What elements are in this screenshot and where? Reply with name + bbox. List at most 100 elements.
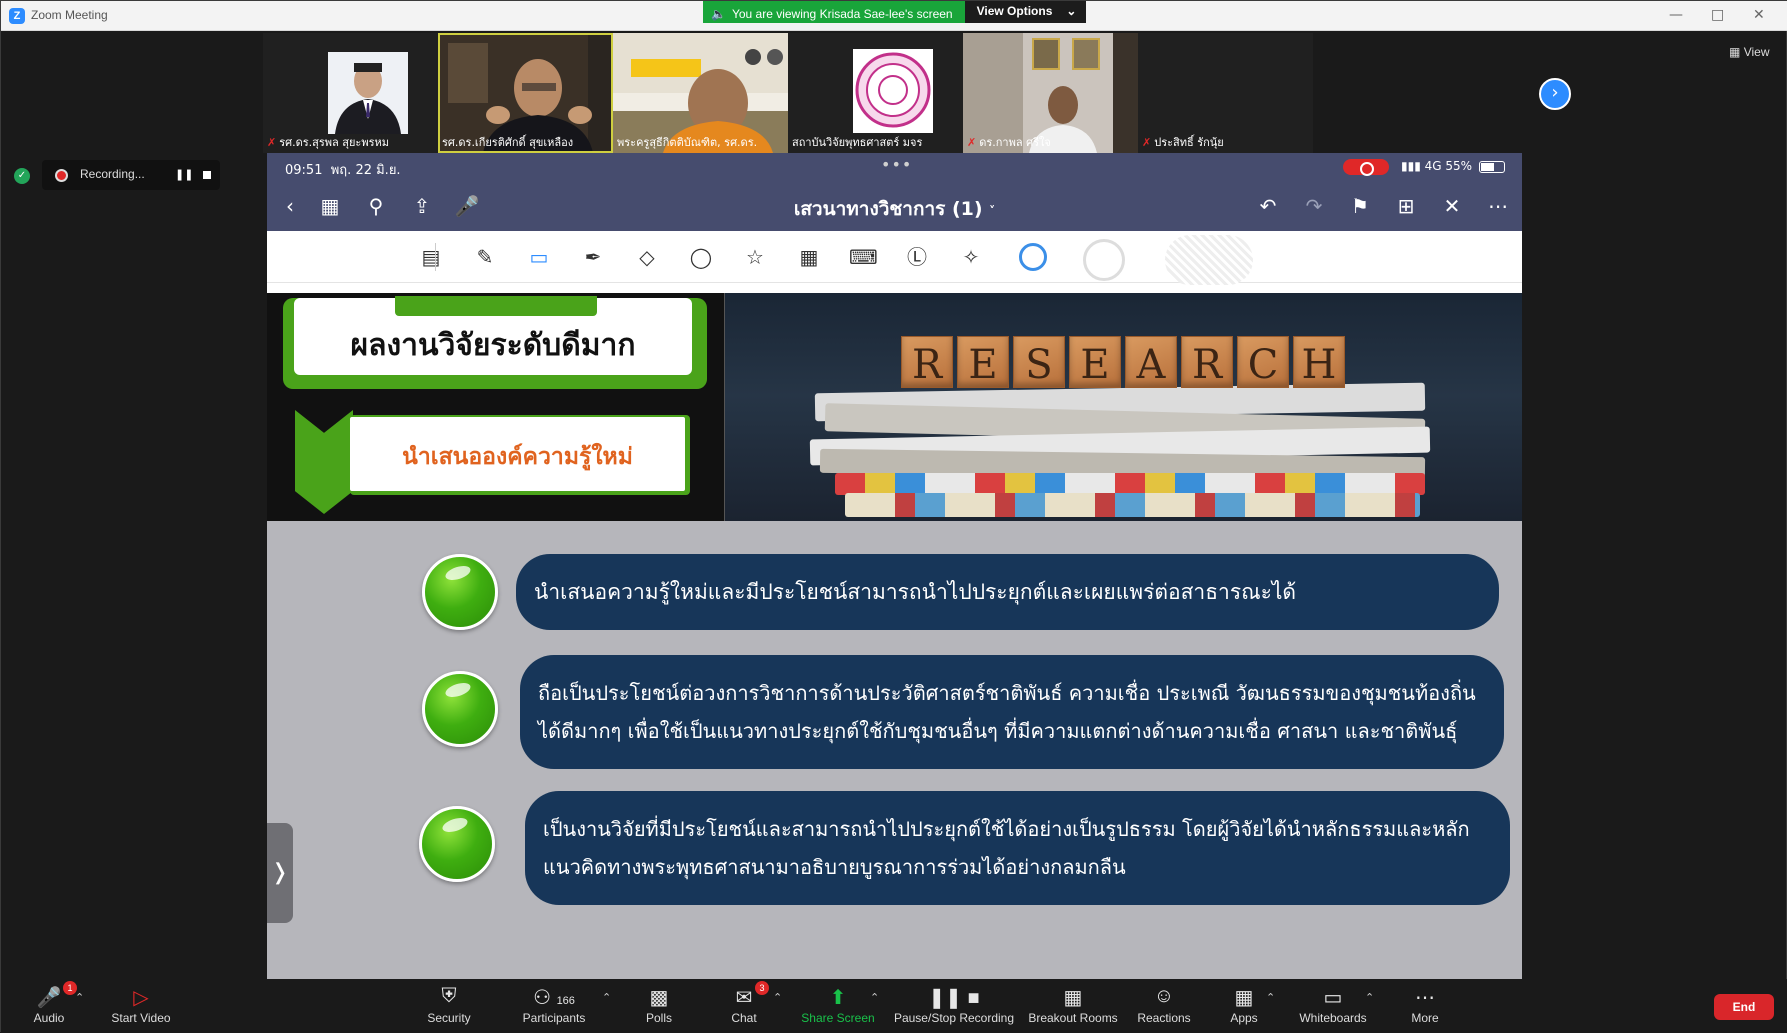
stop-recording-button[interactable] [203,171,211,179]
keyboard-icon[interactable]: ⌨ [849,243,878,271]
end-meeting-button[interactable]: End [1714,994,1774,1020]
share-screen-button[interactable]: ⬆ Share Screen [801,985,875,1025]
shared-screen: 09:51 พฤ. 22 มิ.ย. ••• ▮▮▮ 4G 55% ‹ ▦ ⚲ … [267,153,1522,979]
reactions-button[interactable]: ☺ Reactions [1135,985,1193,1025]
presentation-slide: ผลงานวิจัยระดับดีมาก นำเสนอองค์ความรู้ให… [267,293,1522,979]
viewing-text: You are viewing Krisada Sae-lee's screen [731,6,953,21]
participant-name: รศ.ดร.เกียรติศักดิ์ สุขเหลือง [442,136,574,149]
document-title[interactable]: เสวนาทางวิชาการ (1) ˅ [267,194,1522,224]
more-icon: ⋯ [1415,987,1435,1009]
sidebar-toggle-tab[interactable]: ❭ [267,823,293,923]
audio-button[interactable]: 🎤 1 Audio [29,981,77,1025]
start-video-button[interactable]: ▷ Start Video [105,985,177,1025]
participant-tile[interactable]: ✗ รศ.ดร.สุรพล สุยะพรหม [263,33,438,153]
newspaper-layer [835,473,1425,495]
add-page-icon[interactable]: ⊞ [1393,193,1419,219]
shapes-icon[interactable]: ◇ [633,243,661,271]
ipad-status-bar: 09:51 พฤ. 22 มิ.ย. ••• ▮▮▮ 4G 55% [267,153,1522,181]
slide-bullets: นำเสนอความรู้ใหม่และมีประโยชน์สามารถนำไป… [267,521,1522,979]
chevron-right-icon: › [1551,82,1559,103]
share-options-caret[interactable]: ⌃ [870,991,879,1004]
text-box-icon[interactable]: Ⓛ [903,243,931,271]
apps-icon: ▦ [1234,987,1254,1009]
color-swatch-selected[interactable] [1019,243,1047,271]
security-button[interactable]: ⛨ Security [421,985,477,1025]
polls-button[interactable]: ▩ Polls [641,985,677,1025]
view-button[interactable]: ▦ View [1729,45,1769,59]
title-bar: Z Zoom Meeting 🔈 You are viewing Krisada… [1,1,1787,31]
redo-icon[interactable]: ↷ [1301,193,1327,219]
laser-pointer-icon[interactable]: ✧ [957,243,985,271]
slide-subtitle: นำเสนอองค์ความรู้ใหม่ [402,444,633,470]
polls-icon: ▩ [649,987,669,1009]
breakout-rooms-icon: ▦ [1063,987,1083,1009]
participant-tile-active-speaker[interactable]: รศ.ดร.เกียรติศักดิ์ สุขเหลือง [438,33,613,153]
bullet-item: นำเสนอความรู้ใหม่และมีประโยชน์สามารถนำไป… [516,554,1499,630]
next-page-button[interactable]: › [1539,78,1571,110]
undo-icon[interactable]: ↶ [1255,193,1281,219]
security-label: Security [427,1011,471,1025]
bullet-line: แนวคิดทางพระพุทธศาสนามาอธิบายบูรณาการร่ว… [543,855,1126,879]
whiteboards-label: Whiteboards [1299,1011,1367,1025]
opacity-swatch[interactable] [1165,235,1253,285]
participant-tile[interactable]: ✗ ประสิทธิ์ รักนุ้ย [1138,33,1313,153]
whiteboard-icon: ▭ [1323,987,1343,1009]
apps-options-caret[interactable]: ⌃ [1266,991,1275,1004]
status-time: 09:51 [285,163,323,178]
stroke-size-swatch[interactable] [1083,239,1125,281]
view-options-label: View Options [976,4,1053,18]
network-status: ▮▮▮ 4G 55% [1401,159,1472,173]
chat-label: Chat [731,1011,757,1025]
view-options-button[interactable]: View Options ⌄ [964,1,1087,23]
sticker-icon[interactable]: ☆ [741,243,769,271]
mic-muted-icon: ✗ [267,135,277,149]
zoom-box-icon[interactable]: ▤ [417,243,445,271]
recording-label: Recording... [80,167,145,181]
viewing-banner: 🔈 You are viewing Krisada Sae-lee's scre… [703,1,1087,23]
apps-button[interactable]: ▦ Apps [1229,985,1259,1025]
pen-icon[interactable]: ✎ [471,243,499,271]
eraser-icon[interactable]: ▭ [525,243,553,271]
participant-strip: ✗ รศ.ดร.สุรพล สุยะพรหม รศ.ดร.เกียรติศักดิ… [263,33,1313,153]
letter-block: E [1069,336,1121,388]
maximize-button[interactable]: □ [1711,7,1724,23]
participant-name-row: ✗ ดร.กาพล ศรีใจ [967,133,1051,151]
viewing-indicator: 🔈 You are viewing Krisada Sae-lee's scre… [703,1,965,23]
audio-options-caret[interactable]: ⌃ [75,991,84,1004]
participant-tile[interactable]: ✗ ดร.กาพล ศรีใจ [963,33,1138,153]
breakout-rooms-button[interactable]: ▦ Breakout Rooms [1027,985,1119,1025]
close-button[interactable]: ✕ [1753,7,1765,23]
letter-block: H [1293,336,1345,388]
pen-toolbar: ▤ ✎ ▭ ✒ ◇ ◯ ☆ ▦ ⌨ Ⓛ ✧ [267,231,1522,285]
highlighter-icon[interactable]: ✒ [579,243,607,271]
green-bullet-icon [419,806,495,882]
whiteboards-options-caret[interactable]: ⌃ [1365,991,1374,1004]
more-button[interactable]: ⋯ More [1407,985,1443,1025]
participants-count: 166 [556,995,575,1007]
image-icon[interactable]: ▦ [795,243,823,271]
chat-button[interactable]: ✉ 3 Chat [727,981,769,1025]
pause-stop-icon: ❚❚ ■ [928,987,980,1009]
letter-block: R [1181,336,1233,388]
participants-button[interactable]: ⚇ 166 Participants [519,985,589,1025]
pause-stop-recording-label: Pause/Stop Recording [893,1011,1015,1025]
minimize-button[interactable]: — [1669,7,1683,23]
whiteboards-button[interactable]: ▭ Whiteboards [1297,985,1369,1025]
bookmark-icon[interactable]: ⚑ [1347,193,1373,219]
microphone-muted-icon: 🎤 1 [29,981,77,1011]
participants-options-caret[interactable]: ⌃ [602,991,611,1004]
pause-stop-recording-button[interactable]: ❚❚ ■ Pause/Stop Recording [893,985,1015,1025]
document-title-text: เสวนาทางวิชาการ (1) [793,198,983,220]
lasso-icon[interactable]: ◯ [687,243,715,271]
chat-options-caret[interactable]: ⌃ [773,991,782,1004]
slide-title: ผลงานวิจัยระดับดีมาก [350,328,636,363]
participant-name-row: สถาบันวิจัยพุทธศาสตร์ มจร [792,133,922,151]
letter-block: C [1237,336,1289,388]
participant-name-row: ✗ ประสิทธิ์ รักนุ้ย [1142,133,1224,151]
participant-tile[interactable]: สถาบันวิจัยพุทธศาสตร์ มจร [788,33,963,153]
participant-tile[interactable]: พระครูสุธีกิตติบัณฑิต, รศ.ดร. [613,33,788,153]
more-icon[interactable]: ⋯ [1485,193,1511,219]
pause-recording-button[interactable]: ❚❚ [175,168,193,181]
start-video-label: Start Video [111,1011,171,1025]
close-edit-icon[interactable]: ✕ [1439,193,1465,219]
